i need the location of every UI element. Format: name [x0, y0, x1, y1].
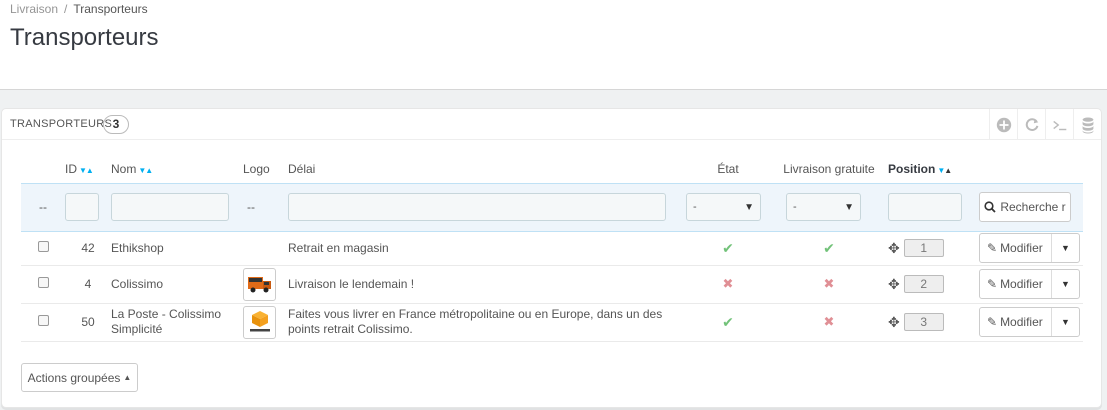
- carrier-logo: [243, 265, 288, 304]
- table-row: 4 Colissimo Livraison le lendemain ! ✖ ✖…: [21, 265, 1083, 304]
- table-header-row: ID ▼▲ Nom ▼▲ Logo Délai État Livraison gra…: [21, 155, 1083, 183]
- drag-move-icon[interactable]: ✥: [888, 240, 900, 257]
- page-header: Livraison / Transporteurs Transporteurs: [0, 0, 1107, 90]
- carrier-count-badge: 3: [103, 115, 129, 134]
- drag-move-icon[interactable]: ✥: [888, 276, 900, 293]
- filter-name-input[interactable]: [111, 193, 229, 221]
- chevron-down-icon: ▼: [744, 201, 754, 213]
- actions-dropdown-toggle[interactable]: ▼: [1051, 234, 1079, 262]
- colissimo-logo: [243, 305, 276, 339]
- search-button-label: Recherche r: [1000, 200, 1066, 214]
- add-icon: [996, 117, 1011, 132]
- pencil-icon: ✎: [987, 315, 998, 329]
- carriers-panel: Transporteurs 3 ID ▼▲ Nom ▼▲: [1, 108, 1102, 408]
- colissimo-truck-logo: [243, 267, 276, 301]
- carrier-id: 50: [65, 303, 111, 342]
- filter-position-input[interactable]: [888, 193, 962, 221]
- panel-toolbar: [989, 109, 1101, 140]
- breadcrumb-parent[interactable]: Livraison: [10, 2, 58, 16]
- edit-button-group: ✎ Modifier ▼: [979, 233, 1080, 263]
- carrier-delay: Retrait en magasin: [288, 231, 686, 266]
- position-badge: 1: [903, 239, 944, 257]
- carrier-name: Colissimo: [111, 265, 243, 304]
- carrier-delay: Livraison le lendemain !: [288, 265, 686, 304]
- table-row: 42 Ethikshop Retrait en magasin ✔ ✔ ✥ 1 ✎…: [21, 231, 1083, 266]
- filter-status-select[interactable]: - ▼: [686, 193, 761, 221]
- sort-arrows-icon[interactable]: ▼▲: [138, 166, 153, 175]
- header-free-shipping: Livraison gratuite: [783, 161, 875, 176]
- breadcrumb: Livraison / Transporteurs: [10, 2, 148, 16]
- header-id[interactable]: ID ▼▲: [65, 155, 111, 183]
- filter-id-input[interactable]: [65, 193, 99, 221]
- carrier-id: 4: [65, 265, 111, 304]
- actions-dropdown-toggle[interactable]: ▼: [1051, 308, 1079, 336]
- carrier-name: Ethikshop: [111, 231, 243, 266]
- carrier-name: La Poste - Colissimo Simplicité: [111, 303, 243, 342]
- caret-up-icon: ▲: [123, 373, 132, 382]
- add-carrier-button[interactable]: [989, 109, 1017, 140]
- pencil-icon: ✎: [987, 277, 998, 291]
- position-badge: 3: [903, 313, 944, 331]
- page-title: Transporteurs: [10, 24, 159, 51]
- row-checkbox[interactable]: [37, 277, 49, 288]
- refresh-button[interactable]: [1017, 109, 1045, 140]
- panel-heading: Transporteurs 3: [2, 109, 1101, 140]
- bulk-actions-label: Actions groupées: [27, 370, 121, 385]
- carrier-id: 42: [65, 231, 111, 266]
- sort-arrows-icon[interactable]: ▼▲: [79, 166, 94, 175]
- search-icon: [984, 201, 996, 213]
- actions-dropdown-toggle[interactable]: ▼: [1051, 270, 1079, 298]
- sql-query-button[interactable]: [1045, 109, 1073, 140]
- table-row: 50 La Poste - Colissimo Simplicité Faite…: [21, 303, 1083, 342]
- filter-logo-placeholder: --: [243, 182, 288, 232]
- check-icon[interactable]: ✔: [823, 240, 835, 256]
- header-checkbox-col: [21, 155, 65, 183]
- breadcrumb-current: Transporteurs: [73, 2, 148, 16]
- carriers-table: ID ▼▲ Nom ▼▲ Logo Délai État Livraison gra…: [21, 155, 1083, 342]
- edit-button[interactable]: ✎ Modifier: [980, 315, 1051, 329]
- pencil-icon: ✎: [987, 241, 998, 255]
- header-delay: Délai: [288, 161, 316, 176]
- filter-checkbox-placeholder: --: [21, 182, 65, 232]
- position-badge: 2: [903, 275, 944, 293]
- carrier-logo: [243, 231, 288, 266]
- chevron-down-icon: ▼: [844, 201, 854, 213]
- edit-button[interactable]: ✎ Modifier: [980, 277, 1051, 291]
- carrier-delay: Faites vous livrer en France métropolita…: [288, 303, 686, 342]
- row-checkbox[interactable]: [37, 241, 49, 252]
- bulk-actions-button[interactable]: Actions groupées ▲: [21, 363, 138, 392]
- database-icon: [1082, 116, 1093, 133]
- cross-icon[interactable]: ✖: [723, 276, 734, 291]
- refresh-icon: [1025, 117, 1038, 131]
- breadcrumb-separator: /: [64, 2, 68, 16]
- header-logo: Logo: [243, 161, 270, 176]
- search-button[interactable]: Recherche r: [979, 192, 1071, 222]
- export-database-button[interactable]: [1073, 109, 1101, 140]
- sql-query-icon: [1052, 120, 1066, 130]
- carrier-logo: [243, 303, 288, 342]
- check-icon[interactable]: ✔: [722, 240, 734, 256]
- header-actions-col: [979, 155, 1083, 183]
- row-checkbox[interactable]: [37, 315, 49, 326]
- cross-icon[interactable]: ✖: [824, 314, 835, 329]
- header-position[interactable]: Position ▼▲: [888, 155, 979, 183]
- filter-free-shipping-select[interactable]: - ▼: [786, 193, 861, 221]
- panel-title: Transporteurs: [10, 118, 113, 130]
- edit-button-group: ✎ Modifier ▼: [979, 269, 1080, 299]
- filter-delay-input[interactable]: [288, 193, 666, 221]
- drag-move-icon[interactable]: ✥: [888, 314, 900, 331]
- header-name[interactable]: Nom ▼▲: [111, 155, 243, 183]
- header-status: État: [717, 161, 739, 176]
- sort-arrows-icon[interactable]: ▼▲: [937, 166, 952, 175]
- filter-row: -- -- - ▼ - ▼ Recherche r: [21, 182, 1083, 232]
- cross-icon[interactable]: ✖: [824, 276, 835, 291]
- edit-button-group: ✎ Modifier ▼: [979, 307, 1080, 337]
- edit-button[interactable]: ✎ Modifier: [980, 241, 1051, 255]
- check-icon[interactable]: ✔: [722, 314, 734, 330]
